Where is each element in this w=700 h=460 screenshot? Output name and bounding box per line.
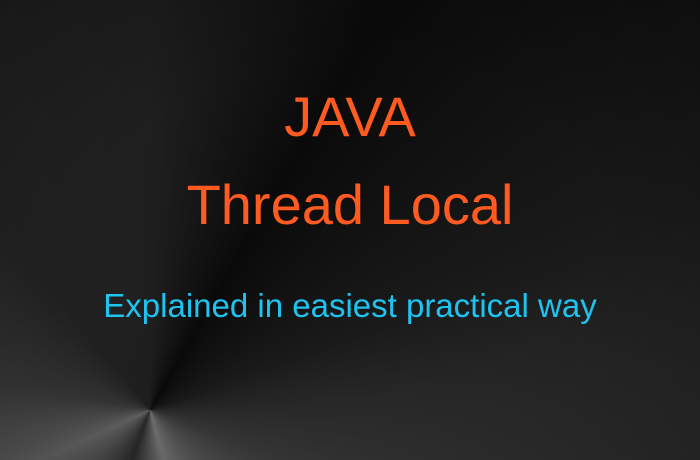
title-thread-local: Thread Local (186, 173, 514, 236)
subtitle: Explained in easiest practical way (103, 287, 597, 324)
title-java: JAVA (284, 85, 416, 148)
